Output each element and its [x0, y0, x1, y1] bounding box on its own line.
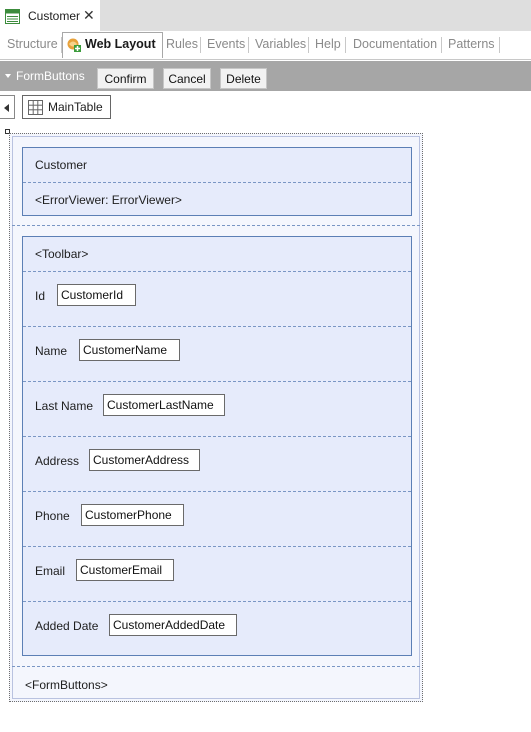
field-row: Address CustomerAddress: [23, 437, 411, 492]
field-label-address: Address: [35, 454, 80, 468]
field-label-name: Name: [35, 344, 68, 358]
field-row: Email CustomerEmail: [23, 547, 411, 602]
toolbar-control[interactable]: <Toolbar>: [35, 247, 88, 261]
tab-separator: [345, 37, 346, 53]
close-icon[interactable]: ✕: [83, 8, 95, 22]
table-row-separator: [12, 666, 420, 667]
delete-button[interactable]: Delete: [220, 68, 267, 89]
arrow-left-icon: [4, 104, 9, 112]
tab-structure[interactable]: Structure: [7, 37, 58, 51]
main-table-label: MainTable: [48, 100, 103, 114]
title-row: Customer: [23, 148, 411, 183]
field-row: Id CustomerId: [23, 272, 411, 327]
part-tabs: Structure Web Layout Rules Events Variab…: [0, 31, 531, 60]
tab-documentation[interactable]: Documentation: [353, 37, 437, 51]
toolbar-row: <Toolbar>: [23, 237, 411, 272]
field-label-email: Email: [35, 564, 66, 578]
tab-help[interactable]: Help: [315, 37, 341, 51]
field-row: Last Name CustomerLastName: [23, 382, 411, 437]
tab-separator: [308, 37, 309, 53]
customer-phone-field[interactable]: CustomerPhone: [81, 504, 184, 526]
tab-separator: [248, 37, 249, 53]
field-label-last-name: Last Name: [35, 399, 94, 413]
field-label-phone: Phone: [35, 509, 70, 523]
form-buttons-toolbar: FormButtons Confirm Cancel Delete: [0, 61, 531, 91]
customer-email-field[interactable]: CustomerEmail: [76, 559, 174, 581]
customer-name-field[interactable]: CustomerName: [79, 339, 180, 361]
tab-rules[interactable]: Rules: [166, 37, 198, 51]
field-row: Added Date CustomerAddedDate: [23, 602, 411, 656]
tab-events[interactable]: Events: [207, 37, 245, 51]
customer-added-date-field[interactable]: CustomerAddedDate: [109, 614, 237, 636]
tab-web-layout-label: Web Layout: [85, 37, 156, 51]
tab-separator: [200, 37, 201, 53]
grid-icon: [28, 99, 43, 115]
field-label-added-date: Added Date: [35, 619, 99, 633]
form-title: Customer: [35, 158, 88, 172]
transaction-icon: [5, 8, 20, 24]
field-row: Phone CustomerPhone: [23, 492, 411, 547]
error-viewer-control[interactable]: <ErrorViewer: ErrorViewer>: [35, 193, 182, 207]
cancel-button[interactable]: Cancel: [163, 68, 211, 89]
tab-variables[interactable]: Variables: [255, 37, 306, 51]
collapse-arrow-button[interactable]: [0, 95, 15, 119]
confirm-button[interactable]: Confirm: [97, 68, 154, 89]
caret-down-icon: [5, 74, 11, 78]
main-table-canvas[interactable]: Customer <ErrorViewer: ErrorViewer> <Too…: [9, 133, 423, 702]
field-label-id: Id: [35, 289, 46, 303]
form-group[interactable]: <Toolbar> Id CustomerId Name CustomerNam…: [22, 236, 412, 656]
tab-separator: [441, 37, 442, 53]
form-buttons-placeholder[interactable]: <FormButtons>: [25, 678, 108, 692]
error-viewer-row: <ErrorViewer: ErrorViewer>: [23, 183, 411, 216]
document-tab-bar: Customer ✕: [0, 0, 531, 32]
tab-separator: [499, 37, 500, 53]
tab-web-layout[interactable]: Web Layout: [62, 32, 163, 58]
web-layout-icon: [67, 38, 81, 52]
document-tab-customer[interactable]: Customer ✕: [0, 0, 100, 32]
document-tab-title: Customer: [28, 9, 81, 23]
customer-id-field[interactable]: CustomerId: [57, 284, 136, 306]
main-table-selector[interactable]: MainTable: [22, 95, 111, 119]
field-row: Name CustomerName: [23, 327, 411, 382]
customer-address-field[interactable]: CustomerAddress: [89, 449, 200, 471]
customer-last-name-field[interactable]: CustomerLastName: [103, 394, 225, 416]
header-group[interactable]: Customer <ErrorViewer: ErrorViewer>: [22, 147, 412, 216]
form-buttons-label-text: FormButtons: [16, 69, 85, 83]
form-buttons-label[interactable]: FormButtons: [5, 69, 85, 83]
table-row-separator: [12, 225, 420, 226]
tab-patterns[interactable]: Patterns: [448, 37, 495, 51]
